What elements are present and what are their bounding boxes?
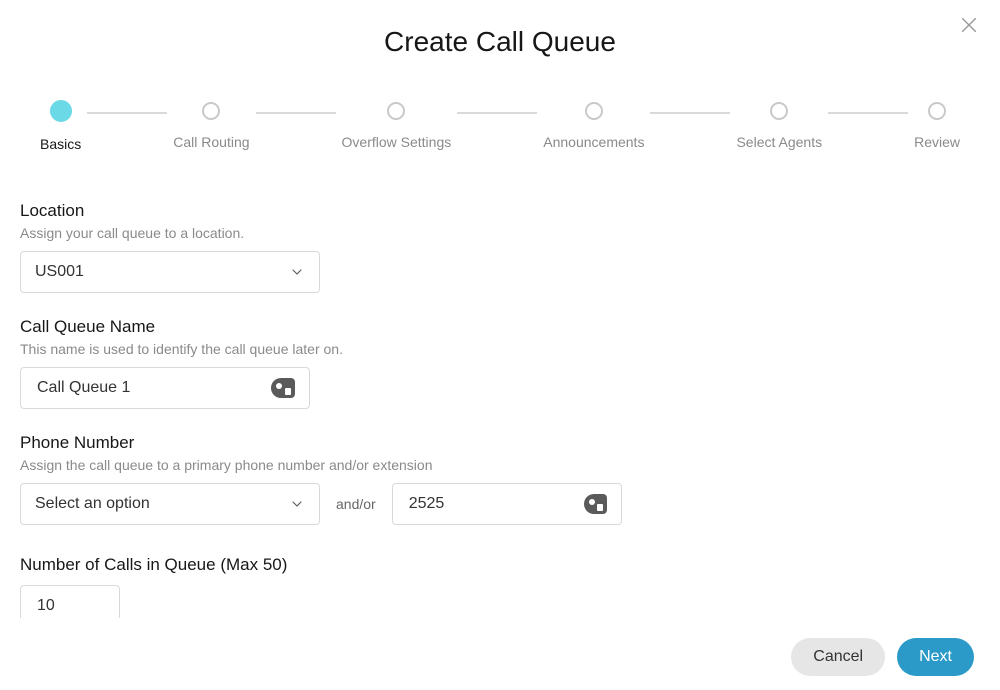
num-calls-label: Number of Calls in Queue (Max 50)	[20, 555, 960, 575]
step-label: Overflow Settings	[342, 134, 452, 150]
form-scroll-area[interactable]: Location Assign your call queue to a loc…	[0, 195, 1000, 618]
step-label: Select Agents	[736, 134, 822, 150]
clear-icon[interactable]	[271, 378, 295, 398]
andor-text: and/or	[336, 496, 376, 512]
step-overflow-settings[interactable]: Overflow Settings	[342, 102, 452, 150]
location-label: Location	[20, 201, 960, 221]
phone-number-select[interactable]: Select an option	[20, 483, 320, 525]
step-connector	[256, 112, 336, 114]
cancel-button[interactable]: Cancel	[791, 638, 885, 676]
phone-label: Phone Number	[20, 433, 960, 453]
step-basics[interactable]: Basics	[40, 102, 81, 152]
field-queue-name: Call Queue Name This name is used to ide…	[20, 317, 960, 409]
step-circle-icon	[387, 102, 405, 120]
step-label: Basics	[40, 136, 81, 152]
step-label: Review	[914, 134, 960, 150]
phone-description: Assign the call queue to a primary phone…	[20, 457, 960, 473]
field-num-calls: Number of Calls in Queue (Max 50)	[20, 555, 960, 618]
step-select-agents[interactable]: Select Agents	[736, 102, 822, 150]
phone-row: Select an option and/or	[20, 483, 960, 525]
location-description: Assign your call queue to a location.	[20, 225, 960, 241]
queue-name-description: This name is used to identify the call q…	[20, 341, 960, 357]
num-calls-input-wrapper	[20, 585, 120, 618]
close-icon[interactable]	[958, 14, 980, 36]
step-call-routing[interactable]: Call Routing	[173, 102, 249, 150]
step-connector	[828, 112, 908, 114]
field-phone-number: Phone Number Assign the call queue to a …	[20, 433, 960, 525]
extension-input[interactable]	[407, 494, 584, 514]
step-announcements[interactable]: Announcements	[543, 102, 644, 150]
step-circle-icon	[50, 100, 72, 122]
step-connector	[87, 112, 167, 114]
chevron-down-icon	[289, 496, 305, 512]
step-review[interactable]: Review	[914, 102, 960, 150]
step-circle-icon	[585, 102, 603, 120]
stepper: Basics Call Routing Overflow Settings An…	[0, 102, 1000, 152]
step-label: Announcements	[543, 134, 644, 150]
next-button[interactable]: Next	[897, 638, 974, 676]
clear-icon[interactable]	[584, 494, 607, 514]
step-connector	[650, 112, 730, 114]
step-circle-icon	[770, 102, 788, 120]
location-select[interactable]: US001	[20, 251, 320, 293]
location-select-value: US001	[35, 263, 84, 281]
num-calls-input[interactable]	[35, 596, 105, 616]
extension-input-wrapper	[392, 483, 622, 525]
phone-select-placeholder: Select an option	[35, 495, 150, 513]
chevron-down-icon	[289, 264, 305, 280]
step-label: Call Routing	[173, 134, 249, 150]
footer: Cancel Next	[791, 638, 974, 676]
queue-name-input[interactable]	[35, 378, 271, 398]
step-circle-icon	[202, 102, 220, 120]
queue-name-label: Call Queue Name	[20, 317, 960, 337]
queue-name-input-wrapper	[20, 367, 310, 409]
step-circle-icon	[928, 102, 946, 120]
create-call-queue-modal: Create Call Queue Basics Call Routing Ov…	[0, 0, 1000, 690]
modal-title: Create Call Queue	[0, 0, 1000, 58]
step-connector	[457, 112, 537, 114]
field-location: Location Assign your call queue to a loc…	[20, 201, 960, 293]
